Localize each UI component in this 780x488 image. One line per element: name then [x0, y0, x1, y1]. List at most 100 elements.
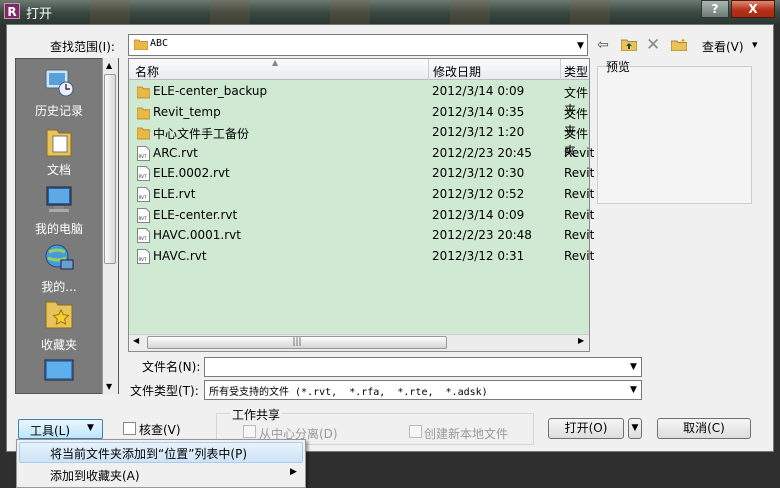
verify-checkbox[interactable]: [123, 422, 136, 435]
file-row[interactable]: RVT HAVC.0001.rvt 2012/2/23 20:48 Revit: [129, 226, 594, 246]
scroll-left-icon[interactable]: ◀: [133, 336, 139, 345]
place-label[interactable]: 文档: [16, 161, 102, 178]
up-folder-icon[interactable]: [621, 38, 637, 51]
window-title: 打开: [26, 7, 53, 22]
rvt-file-icon: RVT: [137, 228, 150, 244]
open-dropdown-button[interactable]: ▼: [628, 418, 642, 439]
close-button[interactable]: X: [731, 0, 775, 18]
places-scroll-thumb[interactable]: [104, 74, 116, 264]
preview-label: 预览: [606, 60, 631, 74]
history-icon[interactable]: [43, 66, 75, 98]
horizontal-scroll-thumb[interactable]: |||: [147, 336, 447, 349]
scroll-down-icon[interactable]: ▼: [106, 382, 112, 391]
column-header-date[interactable]: 修改日期: [433, 63, 481, 80]
menu-item-add-to-favorites[interactable]: 添加到收藏夹(A): [50, 467, 140, 484]
file-row[interactable]: 中心文件手工备份 2012/3/12 1:20 文件夹: [129, 123, 589, 158]
file-type: Revit: [564, 187, 595, 201]
folder-icon: [137, 127, 150, 140]
scroll-up-icon[interactable]: ▲: [106, 61, 112, 70]
filename-label: 文件名(N):: [142, 360, 201, 374]
file-date: 2012/3/12 1:20: [432, 125, 525, 140]
file-type: Revit: [564, 166, 595, 181]
folder-icon: [134, 39, 148, 50]
filename-input[interactable]: [204, 357, 642, 377]
rvt-file-icon: RVT: [137, 166, 150, 182]
open-button[interactable]: 打开(O): [548, 418, 624, 439]
file-date: 2012/2/23 20:48: [432, 228, 532, 243]
file-row[interactable]: ELE-center_backup 2012/3/14 0:09 文件夹: [129, 82, 589, 117]
file-name: HAVC.0001.rvt: [153, 228, 241, 243]
new-folder-icon[interactable]: [671, 38, 687, 51]
computer-icon[interactable]: [43, 184, 75, 216]
tools-label: 工具(L): [30, 424, 71, 438]
favorites-icon[interactable]: [44, 298, 74, 330]
cancel-button[interactable]: 取消(C): [657, 418, 751, 439]
preview-pane: [597, 66, 752, 204]
file-type: Revit: [564, 145, 595, 160]
scroll-right-icon[interactable]: ▶: [578, 336, 584, 345]
svg-text:RVT: RVT: [139, 236, 148, 241]
file-name: ELE-center_backup: [153, 84, 268, 98]
chevron-down-icon[interactable]: ▼: [577, 41, 584, 51]
file-date: 2012/3/14 0:35: [432, 104, 525, 119]
column-header-name[interactable]: 名称: [135, 63, 159, 80]
filetype-select[interactable]: 所有受支持的文件 (*.rvt, *.rfa, *.rte, *.adsk): [204, 380, 642, 400]
file-row[interactable]: RVT ELE.rvt 2012/3/12 0:52 Revit: [129, 185, 594, 205]
place-label[interactable]: 我的电脑: [16, 220, 102, 237]
chevron-down-icon: ▼: [87, 423, 94, 433]
file-date: 2012/3/14 0:09: [432, 84, 525, 98]
file-date: 2012/3/12 0:52: [432, 187, 525, 201]
create-local-checkbox[interactable]: [409, 425, 422, 438]
file-name: ARC.rvt: [153, 145, 198, 160]
file-type: Revit: [564, 207, 595, 222]
svg-text:RVT: RVT: [139, 257, 148, 262]
filetype-label: 文件类型(T):: [130, 384, 199, 398]
back-icon[interactable]: ⇦: [597, 37, 609, 53]
delete-icon[interactable]: ✕: [646, 35, 660, 55]
svg-text:RVT: RVT: [139, 174, 148, 179]
file-name: 中心文件手工备份: [153, 127, 250, 142]
desktop-icon[interactable]: [43, 358, 75, 386]
sort-arrow-icon: ▲: [272, 58, 279, 67]
rvt-file-icon: RVT: [137, 145, 150, 161]
folder-icon: [137, 86, 150, 99]
lookin-combo[interactable]: [128, 34, 588, 56]
file-name: Revit_temp: [153, 104, 221, 119]
column-separator[interactable]: [560, 59, 561, 80]
file-row[interactable]: RVT ARC.rvt 2012/2/23 20:45 Revit: [129, 144, 594, 164]
create-local-label: 创建新本地文件: [424, 427, 509, 441]
menu-item-label: 将当前文件夹添加到“位置”列表中(P): [50, 447, 248, 461]
file-date: 2012/3/12 0:31: [432, 248, 525, 263]
rvt-file-icon: RVT: [137, 187, 150, 202]
file-row[interactable]: Revit_temp 2012/3/14 0:35 文件夹: [129, 103, 589, 138]
submenu-arrow-icon: ▶: [290, 467, 297, 477]
network-icon[interactable]: [43, 242, 75, 274]
file-date: 2012/2/23 20:45: [432, 145, 532, 160]
file-date: 2012/3/14 0:09: [432, 207, 525, 222]
documents-icon[interactable]: [45, 126, 73, 158]
file-row[interactable]: RVT ELE-center.rvt 2012/3/14 0:09 Revit: [129, 206, 594, 226]
place-label[interactable]: 历史记录: [16, 102, 102, 119]
title-bar-background: [90, 0, 690, 24]
file-type: Revit: [564, 248, 595, 263]
chevron-down-icon[interactable]: ▼: [630, 362, 637, 372]
chevron-down-icon[interactable]: ▾: [752, 38, 758, 51]
column-separator[interactable]: [428, 59, 429, 80]
column-header-type[interactable]: 类型: [564, 63, 588, 80]
file-name: ELE.0002.rvt: [153, 166, 230, 181]
svg-text:RVT: RVT: [139, 216, 148, 221]
lookin-value: ABC: [150, 38, 169, 49]
view-menu-button[interactable]: 查看(V): [702, 38, 744, 55]
file-row[interactable]: RVT ELE.0002.rvt 2012/3/12 0:30 Revit: [129, 164, 594, 184]
help-button[interactable]: ?: [701, 0, 729, 18]
file-row[interactable]: RVT HAVC.rvt 2012/3/12 0:31 Revit: [129, 247, 594, 267]
place-label[interactable]: 收藏夹: [16, 336, 102, 353]
lookin-label: 查找范围(I):: [50, 40, 115, 54]
chevron-down-icon[interactable]: ▼: [630, 385, 637, 395]
file-date: 2012/3/12 0:30: [432, 166, 525, 181]
detach-checkbox[interactable]: [243, 425, 256, 438]
file-name: ELE.rvt: [153, 187, 196, 201]
tools-button[interactable]: 工具(L) ▼: [18, 419, 103, 439]
place-label[interactable]: 我的...: [16, 278, 102, 295]
rvt-file-icon: RVT: [137, 207, 150, 223]
